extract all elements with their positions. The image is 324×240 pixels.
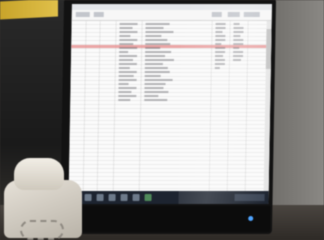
text-column (117, 23, 138, 189)
monitor-screen (68, 4, 272, 204)
taskbar-app-icon[interactable] (132, 194, 140, 201)
screen-glare (178, 4, 272, 204)
yellow-sticky-note (0, 0, 58, 20)
taskbar-app-icon[interactable] (84, 194, 92, 201)
desk-phone-icon (0, 150, 85, 240)
ribbon-control[interactable] (93, 12, 104, 17)
ribbon-control[interactable] (75, 12, 90, 17)
photo-scene (0, 0, 324, 240)
phone-cord (20, 220, 64, 240)
monitor-bezel (63, 206, 271, 232)
taskbar-app-icon[interactable] (108, 194, 116, 201)
phone-handset (14, 158, 64, 190)
taskbar-app-icon[interactable] (96, 194, 104, 201)
taskbar-app-icon[interactable] (120, 194, 128, 201)
spreadsheet-icon[interactable] (144, 194, 152, 201)
monitor (59, 0, 277, 234)
